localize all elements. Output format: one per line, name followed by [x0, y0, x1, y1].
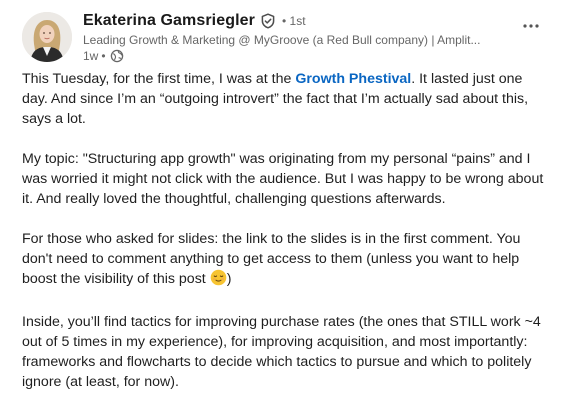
verified-badge-icon	[260, 13, 276, 29]
author-name[interactable]: Ekaterina Gamsriegler	[83, 12, 255, 30]
post-paragraph-2: My topic: "Structuring app growth" was o…	[22, 151, 544, 207]
time-separator: •	[101, 49, 106, 63]
degree-dot: •	[281, 14, 287, 28]
author-avatar[interactable]	[22, 12, 72, 62]
degree-label: 1st	[289, 14, 306, 28]
p3-text-end: )	[226, 271, 232, 287]
author-meta: Ekaterina Gamsriegler • 1st Leading Grow…	[83, 10, 501, 63]
author-headline: Leading Growth & Marketing @ MyGroove (a…	[83, 33, 481, 47]
feed-post: Ekaterina Gamsriegler • 1st Leading Grow…	[0, 0, 571, 405]
post-paragraph-1: This Tuesday, for the first time, I was …	[22, 69, 552, 129]
post-body: This Tuesday, for the first time, I was …	[22, 69, 552, 412]
post-header: Ekaterina Gamsriegler • 1st Leading Grow…	[22, 10, 571, 66]
post-time-row: 1w •	[83, 49, 501, 63]
post-time: 1w	[83, 49, 99, 63]
more-options-icon	[523, 24, 539, 28]
post-paragraph-4: Inside, you’ll find tactics for improvin…	[22, 314, 541, 390]
connection-degree: • 1st	[282, 14, 306, 28]
name-row: Ekaterina Gamsriegler • 1st	[83, 10, 501, 32]
post-paragraph-3: For those who asked for slides: the link…	[22, 229, 552, 292]
globe-icon	[110, 49, 124, 63]
avatar-photo-icon	[22, 12, 72, 62]
relieved-face-emoji-icon	[210, 269, 227, 292]
p3-text-start: For those who asked for slides: the link…	[22, 231, 521, 287]
growth-phestival-link[interactable]: Growth Phestival	[295, 71, 411, 87]
more-options-button[interactable]	[519, 14, 543, 38]
p1-text-start: This Tuesday, for the first time, I was …	[22, 71, 296, 87]
